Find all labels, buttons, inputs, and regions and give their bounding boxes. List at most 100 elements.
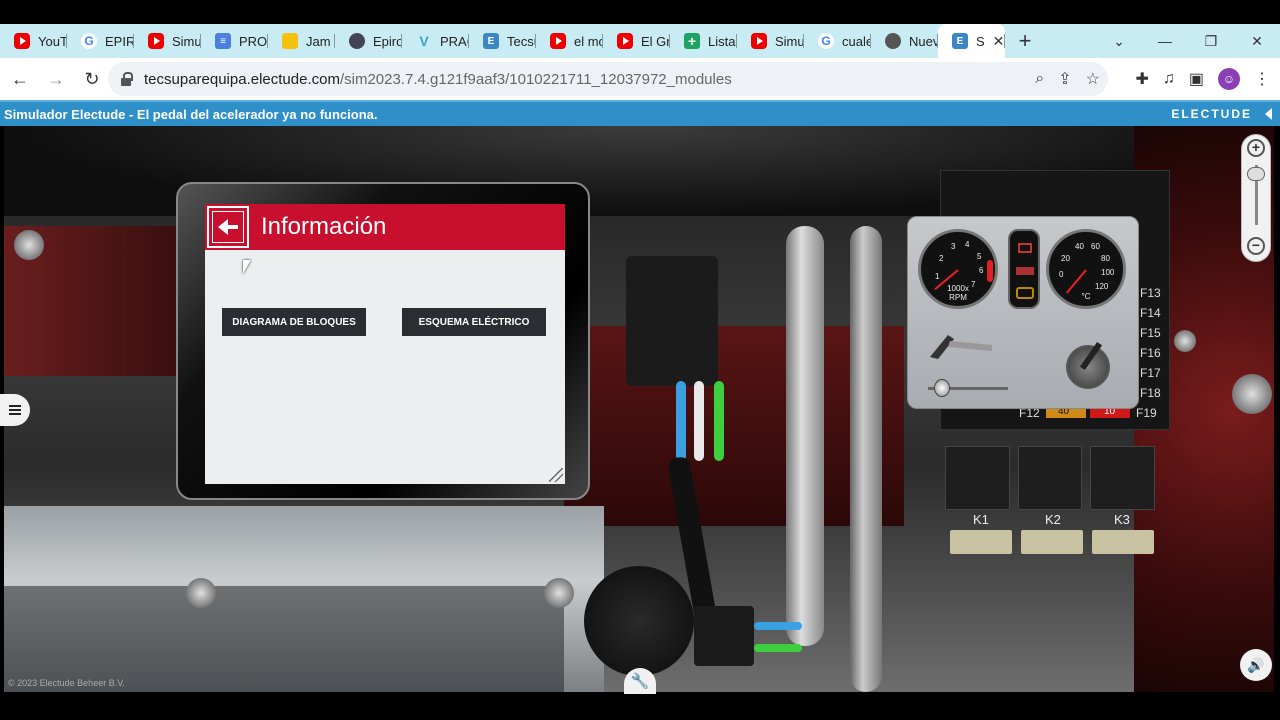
- tab-2[interactable]: Simu: [134, 24, 201, 58]
- tab-0[interactable]: YouT: [0, 24, 67, 58]
- tab-active[interactable]: E S ✕: [938, 24, 1005, 58]
- ignition-key-icon: [1079, 341, 1103, 371]
- ignition-switch[interactable]: [1066, 341, 1110, 389]
- engine-warning-icon: [1016, 287, 1034, 299]
- tab-label: PROY: [239, 33, 268, 49]
- wire-white[interactable]: [694, 381, 704, 461]
- reload-icon[interactable]: ↻: [76, 63, 108, 95]
- pedal-sensor-connector[interactable]: [626, 256, 718, 386]
- tab-3[interactable]: ≡ PROY: [201, 24, 268, 58]
- electude-logo: ELECTUDE: [1171, 107, 1252, 121]
- tab-4[interactable]: Jam s: [268, 24, 335, 58]
- back-button[interactable]: [207, 206, 249, 248]
- new-tab-button[interactable]: +: [1005, 24, 1045, 58]
- tab-8[interactable]: el mo: [536, 24, 603, 58]
- forward-icon[interactable]: →: [40, 63, 72, 95]
- mouse-cursor-icon: [243, 260, 251, 274]
- info-title: Información: [261, 213, 387, 240]
- accelerator-pedal-icon[interactable]: [926, 331, 996, 361]
- tab-5[interactable]: Epiro: [335, 24, 402, 58]
- temp-tick: 0: [1059, 270, 1064, 279]
- relay-k2[interactable]: [1017, 446, 1083, 510]
- collapse-arrow-icon[interactable]: [1265, 108, 1272, 120]
- coolant-pipe: [786, 226, 824, 646]
- temperature-gauge: 0 20 40 60 80 100 120 °C: [1046, 229, 1126, 309]
- tools-button[interactable]: 🔧: [624, 668, 656, 694]
- resize-grip-icon[interactable]: [549, 468, 563, 482]
- close-tab-icon[interactable]: ✕: [993, 33, 1005, 50]
- jamboard-icon: [282, 33, 298, 49]
- wiring-diagram-button[interactable]: ESQUEMA ELÉCTRICO: [402, 308, 546, 336]
- fuse-f19-label[interactable]: F19: [1136, 406, 1157, 420]
- oil-warning-icon: [1016, 267, 1034, 275]
- relay-tag: [1092, 530, 1154, 554]
- tab-label: Jam s: [306, 33, 335, 49]
- throttle-body[interactable]: [584, 566, 694, 676]
- extensions-icon[interactable]: ✚: [1135, 69, 1148, 89]
- simulator-title: Simulador Electude - El pedal del aceler…: [4, 106, 378, 122]
- coolant-pipe: [850, 226, 882, 692]
- browser-tab-strip: YouT G EPIRO Simu ≡ PROY Jam s Epiro V PRAC…: [0, 24, 1280, 58]
- tab-12[interactable]: Gcuale: [804, 24, 871, 58]
- wire-blue[interactable]: [754, 622, 802, 630]
- menu-kebab-icon[interactable]: ⋮: [1254, 69, 1270, 89]
- wrench-icon: 🔧: [630, 673, 650, 690]
- wire-green[interactable]: [754, 644, 802, 652]
- tab-label: Tecsu: [507, 33, 536, 49]
- wire-green[interactable]: [714, 381, 724, 461]
- tab-10[interactable]: + Lista: [670, 24, 737, 58]
- tab-7[interactable]: E Tecsu: [469, 24, 536, 58]
- lock-icon[interactable]: [120, 72, 133, 86]
- temp-tick: 40: [1075, 242, 1084, 251]
- relay-k3[interactable]: [1090, 446, 1156, 510]
- fuse-f16-label[interactable]: F16: [1140, 346, 1161, 360]
- minimize-icon[interactable]: —: [1142, 33, 1188, 49]
- google-icon: G: [818, 33, 834, 49]
- pedal-slider-knob[interactable]: [934, 379, 950, 397]
- block-diagram-button[interactable]: DIAGRAMA DE BLOQUES: [222, 308, 366, 336]
- zoom-slider-knob[interactable]: [1247, 167, 1265, 181]
- fuse-f18-label[interactable]: F18: [1140, 386, 1161, 400]
- hamburger-icon: [9, 405, 21, 415]
- tab-1[interactable]: G EPIRO: [67, 24, 134, 58]
- tab-9[interactable]: El Gr: [603, 24, 670, 58]
- address-bar[interactable]: tecsuparequipa.electude.com/sim2023.7.4.…: [108, 62, 1108, 96]
- bookmark-star-icon[interactable]: ☆: [1086, 69, 1100, 89]
- youtube-icon: [617, 33, 633, 49]
- zoom-icon[interactable]: ⌕: [1035, 70, 1044, 88]
- warning-lights: [1008, 229, 1040, 309]
- bolt: [14, 230, 44, 260]
- fuse-f17-label[interactable]: F17: [1140, 366, 1161, 380]
- close-window-icon[interactable]: ✕: [1234, 33, 1280, 50]
- profile-avatar[interactable]: ☺: [1218, 68, 1240, 90]
- tab-label: Simu: [172, 33, 201, 49]
- fuse-f15-label[interactable]: F15: [1140, 326, 1161, 340]
- wire-blue[interactable]: [676, 381, 686, 461]
- fuse-f13-label[interactable]: F13: [1140, 286, 1161, 300]
- dashboard-panel: 1 2 3 4 5 6 7 1000x RPM 0 20 40 60 80 100…: [907, 216, 1139, 409]
- practice-icon: V: [419, 33, 429, 49]
- tab-label: Simu: [775, 33, 804, 49]
- back-arrow-icon: [213, 212, 243, 242]
- fuse-f14-label[interactable]: F14: [1140, 306, 1161, 320]
- back-icon[interactable]: ←: [4, 63, 36, 95]
- sound-button[interactable]: 🔊: [1240, 649, 1272, 681]
- restore-icon[interactable]: ❐: [1188, 33, 1234, 50]
- rpm-tick: 3: [951, 242, 956, 251]
- tab-6[interactable]: V PRAC: [402, 24, 469, 58]
- tab-11[interactable]: Simu: [737, 24, 804, 58]
- share-icon[interactable]: ⇪: [1058, 69, 1071, 89]
- media-controls-icon[interactable]: ♫: [1163, 70, 1175, 88]
- url-text[interactable]: tecsuparequipa.electude.com/sim2023.7.4.…: [144, 71, 732, 88]
- zoom-out-icon[interactable]: −: [1247, 237, 1265, 255]
- toolbar-actions: ✚ ♫ ▣ ☺ ⋮: [1135, 58, 1270, 100]
- tab-search-icon[interactable]: ⌄: [1096, 33, 1142, 50]
- relay-k1[interactable]: [945, 446, 1010, 510]
- side-panel-icon[interactable]: ▣: [1189, 69, 1204, 89]
- zoom-in-icon[interactable]: +: [1247, 139, 1265, 157]
- zoom-control: + −: [1241, 134, 1271, 262]
- temp-unit: °C: [1081, 292, 1091, 301]
- rpm-tick: 6: [979, 266, 984, 275]
- tab-13[interactable]: Nuev: [871, 24, 938, 58]
- throttle-connector[interactable]: [694, 606, 754, 666]
